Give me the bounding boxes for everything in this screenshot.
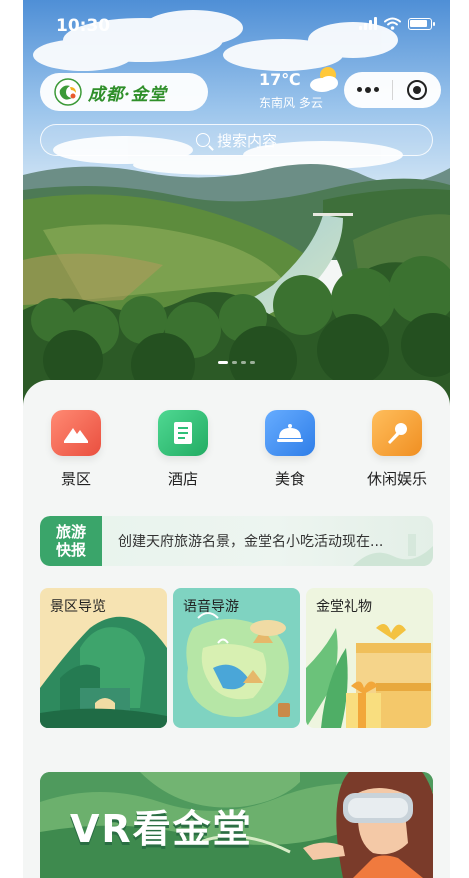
- mountain-icon: [51, 410, 101, 456]
- category-label: 美食: [274, 470, 305, 488]
- carousel-indicator: [23, 361, 450, 364]
- status-icons: [359, 17, 435, 30]
- vr-banner-title: VR看金堂: [70, 807, 253, 851]
- search-icon: [195, 133, 210, 147]
- category-label: 酒店: [167, 470, 198, 488]
- brand-pill[interactable]: 成都·金堂: [40, 73, 208, 111]
- battery-icon: [408, 17, 435, 30]
- brand-logo-icon: [54, 78, 82, 106]
- card-title: 景区导览: [50, 599, 106, 615]
- carousel-dot: [250, 361, 255, 364]
- category-label: 休闲娱乐: [366, 470, 427, 488]
- wifi-icon: [384, 17, 401, 30]
- news-badge-line2: 快报: [55, 541, 86, 559]
- category-scenic[interactable]: 景区: [36, 410, 116, 489]
- target-icon: [407, 80, 427, 100]
- food-cloche-icon: [265, 410, 315, 456]
- app-screen: 10:30 成都·金堂 17℃ 东南风 多云 搜索内容 景区 酒店 美食 休闲娱…: [23, 0, 450, 878]
- status-bar: 10:30: [23, 0, 450, 52]
- hero-landscape-image: [23, 0, 450, 420]
- vr-banner[interactable]: VR看金堂: [40, 772, 433, 878]
- category-food[interactable]: 美食: [250, 410, 330, 489]
- hero-banner[interactable]: 10:30 成都·金堂 17℃ 东南风 多云 搜索内容: [23, 0, 450, 420]
- carousel-dot-active: [218, 361, 228, 364]
- weather-description: 东南风 多云: [259, 96, 323, 110]
- status-time: 10:30: [56, 16, 111, 36]
- search-bar[interactable]: 搜索内容: [40, 124, 433, 156]
- cellular-signal-icon: [359, 17, 377, 30]
- card-souvenirs[interactable]: 金堂礼物: [306, 588, 433, 728]
- category-hotel[interactable]: 酒店: [143, 410, 223, 489]
- hotel-document-icon: [158, 410, 208, 456]
- vr-headset-person-illustration: [303, 772, 433, 878]
- card-title: 语音导游: [183, 599, 239, 615]
- news-badge: 旅游 快报: [40, 516, 102, 566]
- more-button[interactable]: [344, 72, 392, 108]
- weather-widget[interactable]: 17℃ 东南风 多云: [259, 67, 343, 112]
- travel-news-ticker[interactable]: 旅游 快报 创建天府旅游名景，金堂名小吃活动现在...: [40, 516, 433, 566]
- ellipsis-icon: [357, 87, 379, 93]
- carousel-dot: [241, 361, 246, 364]
- microphone-icon: [372, 410, 422, 456]
- search-placeholder: 搜索内容: [216, 131, 277, 150]
- category-label: 景区: [60, 470, 91, 488]
- card-scenic-guide[interactable]: 景区导览: [40, 588, 167, 728]
- news-headline: 创建天府旅游名景，金堂名小吃活动现在...: [118, 534, 384, 550]
- news-badge-line1: 旅游: [55, 523, 86, 541]
- close-miniprogram-button[interactable]: [393, 72, 441, 108]
- miniprogram-capsule: [344, 72, 441, 108]
- card-title: 金堂礼物: [316, 599, 372, 615]
- weather-temperature: 17℃: [259, 70, 301, 89]
- partly-cloudy-icon: [310, 67, 338, 92]
- carousel-dot: [232, 361, 237, 364]
- card-audio-guide[interactable]: 语音导游: [173, 588, 300, 728]
- category-nav: 景区 酒店 美食 休闲娱乐: [23, 410, 450, 490]
- brand-name: 成都·金堂: [88, 84, 167, 105]
- main-content: 景区 酒店 美食 休闲娱乐 旅游 快报 创建天府旅游名景，金堂名小吃活动现在..…: [23, 380, 450, 878]
- feature-cards: 景区导览 语音导游 金堂礼物: [40, 588, 433, 728]
- category-leisure[interactable]: 休闲娱乐: [357, 410, 437, 489]
